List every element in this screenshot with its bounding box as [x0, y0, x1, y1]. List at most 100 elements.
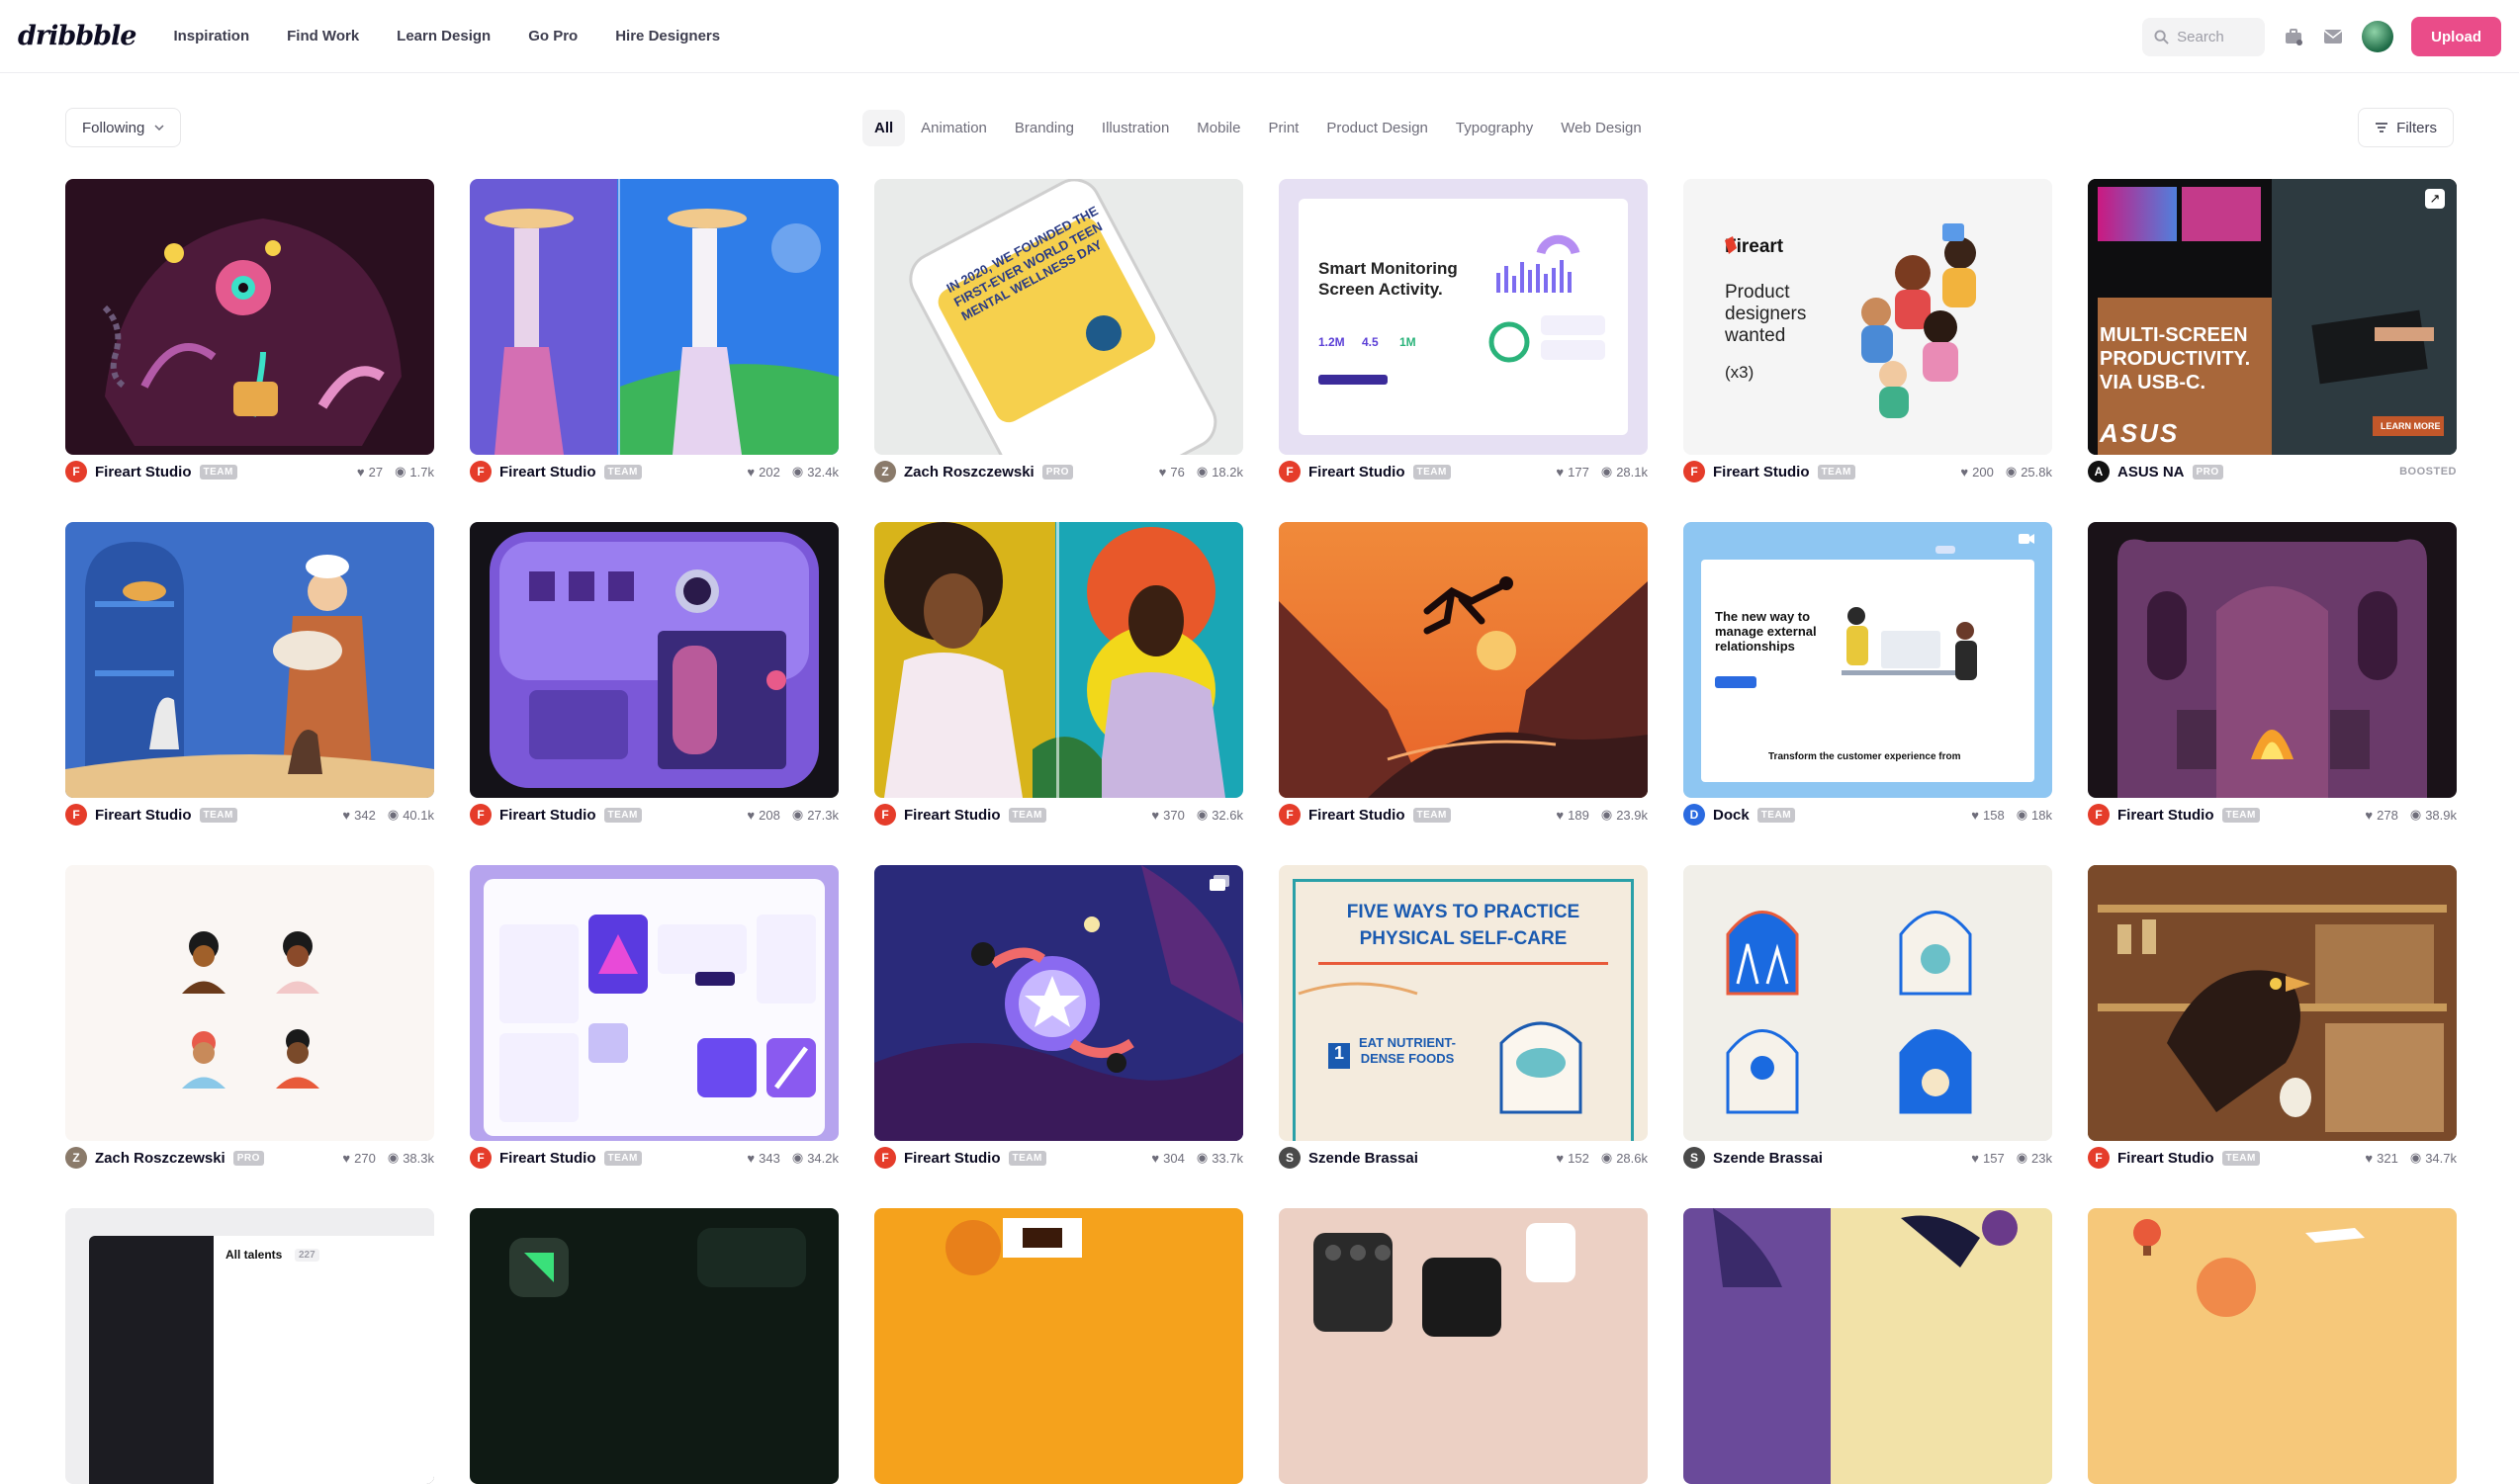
user-avatar[interactable]	[2362, 21, 2394, 52]
shot-thumbnail[interactable]: All talents 227	[65, 1208, 434, 1484]
shot-thumbnail[interactable]: The new way to manage external relations…	[1683, 522, 2052, 798]
like-count[interactable]: ♥ 200	[1960, 465, 1993, 480]
shot-author[interactable]: S Szende Brassai	[1683, 1147, 1823, 1169]
shot-thumbnail[interactable]	[874, 1208, 1243, 1484]
shot-meta: F Fireart Studio TEAM ♥ 208 ◉ 27.3k	[470, 798, 839, 831]
shot-meta: F Fireart Studio TEAM ♥ 189 ◉ 23.9k	[1279, 798, 1648, 831]
shot-author[interactable]: D Dock TEAM	[1683, 804, 1796, 826]
asus-cta[interactable]: LEARN MORE	[2381, 421, 2441, 431]
like-count[interactable]: ♥ 157	[1971, 1151, 2004, 1166]
shot-thumbnail[interactable]	[874, 522, 1243, 798]
shot-author[interactable]: S Szende Brassai	[1279, 1147, 1418, 1169]
shot-thumbnail[interactable]	[470, 1208, 839, 1484]
like-count[interactable]: ♥ 189	[1556, 808, 1588, 823]
shot-author[interactable]: Z Zach Roszczewski PRO	[874, 461, 1073, 482]
shot-thumbnail[interactable]	[470, 522, 839, 798]
upload-button[interactable]: Upload	[2411, 17, 2501, 56]
shot-thumbnail[interactable]: Fireart Product designers wanted (x3)	[1683, 179, 2052, 455]
shot-author[interactable]: Z Zach Roszczewski PRO	[65, 1147, 264, 1169]
like-count[interactable]: ♥ 342	[342, 808, 375, 823]
briefcase-icon[interactable]	[2283, 26, 2304, 47]
shot-thumbnail[interactable]: Smart Monitoring Screen Activity. 1.2M 4…	[1279, 179, 1648, 455]
nav-inspiration[interactable]: Inspiration	[173, 28, 249, 44]
tab-product-design[interactable]: Product Design	[1314, 110, 1440, 146]
mail-icon[interactable]	[2322, 26, 2344, 47]
like-count[interactable]: ♥ 343	[747, 1151, 779, 1166]
like-count[interactable]: ♥ 152	[1556, 1151, 1588, 1166]
like-count[interactable]: ♥ 177	[1556, 465, 1588, 480]
tab-animation[interactable]: Animation	[909, 110, 999, 146]
shot-thumbnail[interactable]	[874, 865, 1243, 1141]
shot-thumbnail[interactable]	[470, 179, 839, 455]
shot-author[interactable]: A ASUS NA PRO	[2088, 461, 2223, 482]
shot-author[interactable]: F Fireart Studio TEAM	[470, 804, 642, 826]
search-input[interactable]: Search	[2142, 17, 2266, 56]
shot-author[interactable]: F Fireart Studio TEAM	[470, 1147, 642, 1169]
shot-author[interactable]: F Fireart Studio TEAM	[1683, 461, 1855, 482]
likes-value: 158	[1982, 807, 2005, 823]
tab-branding[interactable]: Branding	[1003, 110, 1086, 146]
shot-thumbnail[interactable]	[2088, 865, 2457, 1141]
tab-mobile[interactable]: Mobile	[1185, 110, 1252, 146]
shot-author[interactable]: F Fireart Studio TEAM	[470, 461, 642, 482]
external-link-icon[interactable]: ↗	[2425, 189, 2445, 209]
main-nav: Inspiration Find Work Learn Design Go Pr…	[173, 28, 720, 44]
dribbble-logo[interactable]: dribbble	[18, 21, 136, 51]
like-count[interactable]: ♥ 76	[1159, 465, 1185, 480]
tab-illustration[interactable]: Illustration	[1090, 110, 1181, 146]
shot-thumbnail[interactable]	[470, 865, 839, 1141]
shot-thumbnail[interactable]	[65, 865, 434, 1141]
tab-web-design[interactable]: Web Design	[1549, 110, 1653, 146]
nav-hire-designers[interactable]: Hire Designers	[615, 28, 720, 44]
like-count[interactable]: ♥ 321	[2365, 1151, 2397, 1166]
like-count[interactable]: ♥ 278	[2365, 808, 2397, 823]
nav-learn-design[interactable]: Learn Design	[397, 28, 491, 44]
likes-value: 76	[1170, 464, 1185, 480]
like-count[interactable]: ♥ 304	[1151, 1151, 1184, 1166]
heart-icon: ♥	[1151, 1150, 1160, 1166]
tab-print[interactable]: Print	[1256, 110, 1310, 146]
shot-author[interactable]: F Fireart Studio TEAM	[874, 1147, 1046, 1169]
eye-icon: ◉	[791, 807, 804, 822]
shot-thumbnail[interactable]: MULTI-SCREEN PRODUCTIVITY. VIA USB-C. AS…	[2088, 179, 2457, 455]
heart-icon: ♥	[747, 1150, 756, 1166]
shot-thumbnail[interactable]	[65, 179, 434, 455]
shot-author[interactable]: F Fireart Studio TEAM	[2088, 804, 2260, 826]
shot-thumbnail[interactable]	[2088, 1208, 2457, 1484]
shot-author[interactable]: F Fireart Studio TEAM	[65, 461, 237, 482]
shot-thumbnail[interactable]	[1683, 865, 2052, 1141]
shot-meta: A ASUS NA PRO BOOSTED	[2088, 455, 2457, 488]
like-count[interactable]: ♥ 208	[747, 808, 779, 823]
shot-thumbnail[interactable]: FIVE WAYS TO PRACTICE PHYSICAL SELF-CARE…	[1279, 865, 1648, 1141]
star-shield-illustration	[874, 865, 1243, 1141]
tab-typography[interactable]: Typography	[1444, 110, 1545, 146]
shot-author[interactable]: F Fireart Studio TEAM	[65, 804, 237, 826]
like-count[interactable]: ♥ 202	[747, 465, 779, 480]
like-count[interactable]: ♥ 27	[357, 465, 383, 480]
shot-thumbnail[interactable]	[1683, 1208, 2052, 1484]
shot-thumbnail[interactable]	[2088, 522, 2457, 798]
like-count[interactable]: ♥ 158	[1971, 808, 2004, 823]
poster-illustration	[1298, 982, 1582, 1114]
shot-card	[874, 1208, 1243, 1484]
asus-headline: MULTI-SCREEN PRODUCTIVITY. VIA USB-C.	[2100, 324, 2251, 393]
szende-avatar: S	[1683, 1147, 1705, 1169]
team-badge: TEAM	[199, 807, 237, 823]
author-name: Fireart Studio	[904, 1149, 1001, 1167]
nav-go-pro[interactable]: Go Pro	[528, 28, 578, 44]
shot-thumbnail[interactable]	[1279, 522, 1648, 798]
filters-button[interactable]: Filters	[2358, 108, 2454, 147]
dock-avatar: D	[1683, 804, 1705, 826]
shot-author[interactable]: F Fireart Studio TEAM	[1279, 804, 1451, 826]
like-count[interactable]: ♥ 370	[1151, 808, 1184, 823]
following-dropdown[interactable]: Following	[65, 108, 182, 147]
shot-thumbnail[interactable]	[1279, 1208, 1648, 1484]
nav-find-work[interactable]: Find Work	[287, 28, 359, 44]
shot-thumbnail[interactable]	[65, 522, 434, 798]
shot-author[interactable]: F Fireart Studio TEAM	[2088, 1147, 2260, 1169]
shot-author[interactable]: F Fireart Studio TEAM	[1279, 461, 1451, 482]
shot-thumbnail[interactable]: IN 2020, WE FOUNDED THE FIRST-EVER WORLD…	[874, 179, 1243, 455]
shot-author[interactable]: F Fireart Studio TEAM	[874, 804, 1046, 826]
tab-all[interactable]: All	[862, 109, 906, 146]
like-count[interactable]: ♥ 270	[342, 1151, 375, 1166]
